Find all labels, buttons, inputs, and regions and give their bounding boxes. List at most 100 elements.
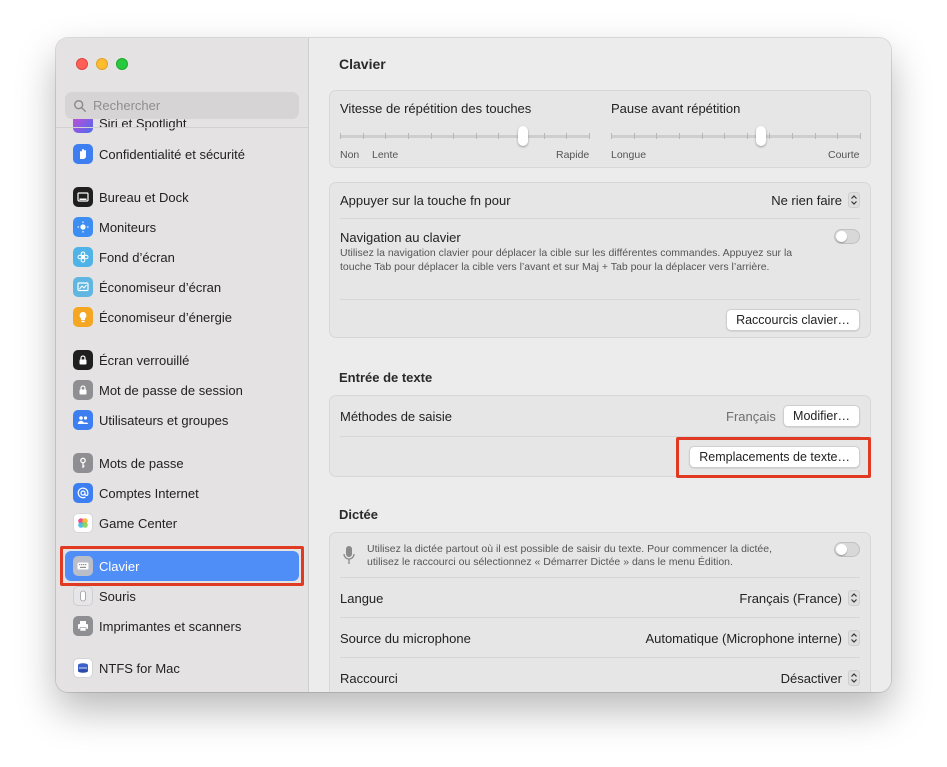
slider-tick: [431, 133, 432, 139]
chevron-updown-icon: [848, 192, 860, 208]
sidebar-item-screensaver[interactable]: Économiseur d’écran: [65, 272, 299, 302]
row-divider: [340, 617, 860, 618]
sidebar-item-label: Confidentialité et sécurité: [99, 146, 245, 162]
search-icon: [74, 99, 86, 112]
repeat-speed-slider[interactable]: [340, 126, 590, 146]
keyboard-shortcuts-button[interactable]: Raccourcis clavier…: [726, 309, 860, 331]
sidebar-item-label: Économiseur d’énergie: [99, 309, 232, 325]
sidebar-item-desktop-dock[interactable]: Bureau et Dock: [65, 182, 299, 212]
flower-icon: [73, 247, 93, 267]
sidebar-item-wallpaper[interactable]: Fond d’écran: [65, 242, 299, 272]
close-button[interactable]: [76, 58, 88, 70]
hand-icon: [73, 144, 93, 164]
sidebar-item-users-groups[interactable]: Utilisateurs et groupes: [65, 405, 299, 435]
key-repeat-card: Vitesse de répétition des touches Non Le…: [329, 90, 871, 168]
fn-key-popup[interactable]: Ne rien faire: [771, 192, 860, 208]
text-input-card: Méthodes de saisie Français Modifier… Re…: [329, 395, 871, 477]
page-title: Clavier: [339, 56, 386, 72]
slider-tick: [476, 133, 477, 139]
slider-tick: [566, 133, 567, 139]
sidebar-top-divider: [56, 127, 308, 128]
sun-icon: [73, 217, 93, 237]
dictation-title: Dictée: [339, 507, 379, 522]
sidebar-item-keyboard[interactable]: Clavier: [65, 551, 299, 581]
delay-min-label: Longue: [611, 149, 647, 161]
slider-tick: [769, 133, 770, 139]
microphone-source-value: Automatique (Microphone interne): [645, 630, 842, 646]
sidebar-item-label: NTFS for Mac: [99, 660, 180, 676]
sidebar-item-label: Comptes Internet: [99, 485, 199, 501]
sidebar-item-siri[interactable]: Siri et Spotlight: [65, 119, 299, 138]
row-divider: [340, 299, 860, 300]
dictation-toggle[interactable]: [834, 542, 860, 557]
sidebar-item-privacy[interactable]: Confidentialité et sécurité: [65, 139, 299, 169]
users-icon: [73, 410, 93, 430]
zoom-button[interactable]: [116, 58, 128, 70]
sidebar-item-passwords[interactable]: Mots de passe: [65, 448, 299, 478]
printer-icon: [73, 616, 93, 636]
search-field[interactable]: [65, 92, 299, 119]
microphone-icon: [343, 546, 355, 564]
row-divider: [340, 657, 860, 658]
language-label: Langue: [340, 591, 384, 606]
sidebar-item-login-password[interactable]: Mot de passe de session: [65, 375, 299, 405]
chevron-updown-icon: [848, 590, 860, 606]
keyboard-nav-toggle[interactable]: [834, 229, 860, 244]
dictation-card: Utilisez la dictée partout où il est pos…: [329, 532, 871, 692]
sidebar-item-label: Clavier: [99, 558, 140, 574]
siri-icon: [73, 119, 93, 133]
sidebar-item-mouse[interactable]: Souris: [65, 581, 299, 611]
repeat-delay-label: Pause avant répétition: [611, 101, 741, 116]
input-methods-label: Méthodes de saisie: [340, 409, 453, 424]
slider-tick: [634, 133, 635, 139]
minimize-button[interactable]: [96, 58, 108, 70]
slider-tick: [589, 133, 590, 139]
slider-tick: [340, 133, 341, 139]
sidebar-item-label: Fond d’écran: [99, 249, 175, 265]
main-panel: Clavier Vitesse de répétition des touche…: [309, 38, 891, 692]
sidebar-item-label: Écran verrouillé: [99, 352, 190, 368]
sidebar-item-printers[interactable]: Imprimantes et scanners: [65, 611, 299, 641]
microphone-source-popup[interactable]: Automatique (Microphone interne): [645, 630, 860, 646]
search-input[interactable]: [93, 98, 283, 113]
keyboard-nav-description: Utilisez la navigation clavier pour dépl…: [340, 247, 793, 273]
keyboard-nav-label: Navigation au clavier: [340, 230, 461, 245]
repeat-delay-slider[interactable]: [611, 126, 861, 146]
sidebar-item-ntfs[interactable]: NTFS for Mac: [65, 653, 299, 683]
window-controls: [76, 58, 128, 70]
sidebar-item-label: Bureau et Dock: [99, 189, 189, 205]
slider-tick: [860, 133, 861, 139]
sidebar-item-lock-screen[interactable]: Écran verrouillé: [65, 345, 299, 375]
text-replacements-button[interactable]: Remplacements de texte…: [689, 446, 860, 468]
language-popup[interactable]: Français (France): [739, 590, 860, 606]
sidebar-item-displays[interactable]: Moniteurs: [65, 212, 299, 242]
ntfs-icon: [73, 658, 93, 678]
slider-tick: [656, 133, 657, 139]
modify-input-methods-button[interactable]: Modifier…: [783, 405, 860, 427]
sidebar-item-label: Siri et Spotlight: [99, 119, 187, 131]
slider-tick: [679, 133, 680, 139]
text-input-title: Entrée de texte: [339, 370, 433, 385]
slider-knob[interactable]: [756, 126, 766, 146]
sidebar-item-game-center[interactable]: Game Center: [65, 508, 299, 538]
slider-knob[interactable]: [518, 126, 528, 146]
slider-tick: [724, 133, 725, 139]
slider-tick: [385, 133, 386, 139]
slider-tick: [453, 133, 454, 139]
shortcut-popup[interactable]: Désactiver: [781, 670, 860, 686]
sidebar-item-label: Game Center: [99, 515, 178, 531]
slider-tick: [408, 133, 409, 139]
keyboard-options-card: Appuyer sur la touche fn pour Ne rien fa…: [329, 182, 871, 338]
slider-tick: [611, 133, 612, 139]
slider-tick: [702, 133, 703, 139]
shortcut-label: Raccourci: [340, 671, 398, 686]
repeat-speed-label: Vitesse de répétition des touches: [340, 101, 532, 116]
sidebar-item-internet-accounts[interactable]: Comptes Internet: [65, 478, 299, 508]
shortcut-value: Désactiver: [780, 670, 842, 686]
sidebar-item-energy-saver[interactable]: Économiseur d’énergie: [65, 302, 299, 332]
sidebar-list: Siri et Spotlight Confidentialité et séc…: [56, 119, 308, 692]
chevron-updown-icon: [848, 670, 860, 686]
sidebar: Siri et Spotlight Confidentialité et séc…: [56, 38, 309, 692]
slider-tick: [363, 133, 364, 139]
microphone-source-label: Source du microphone: [340, 631, 471, 646]
